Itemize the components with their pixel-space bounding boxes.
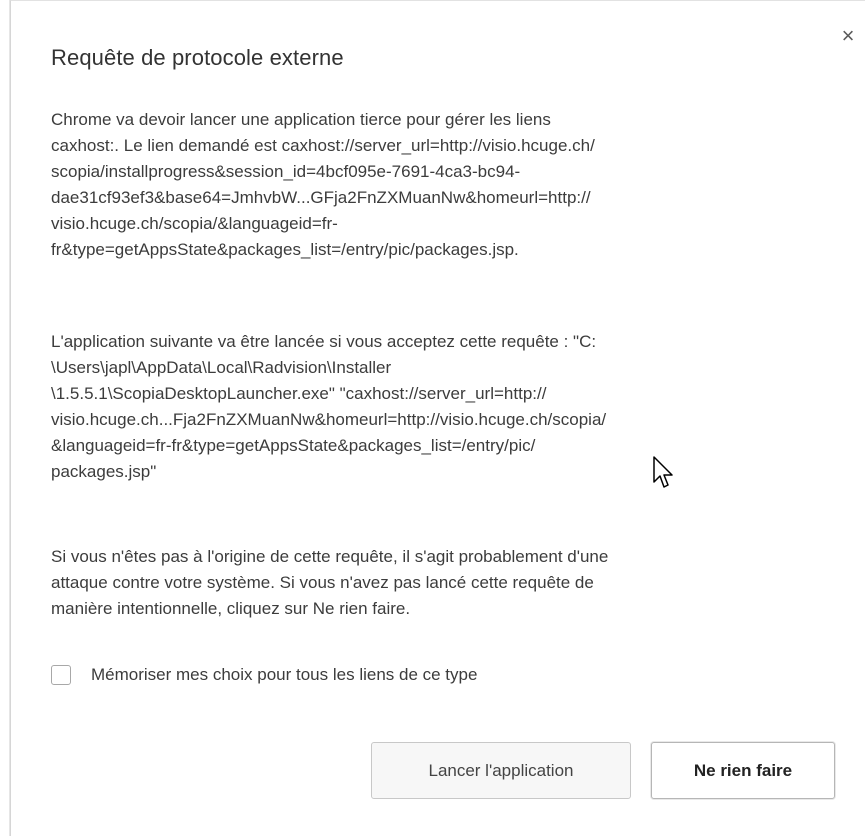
- remember-choice-label[interactable]: Mémoriser mes choix pour tous les liens …: [91, 665, 477, 685]
- external-protocol-dialog: × Requête de protocole externe Chrome va…: [10, 0, 865, 836]
- do-nothing-button[interactable]: Ne rien faire: [651, 742, 835, 799]
- window-edge: [0, 0, 10, 836]
- security-warning: Si vous n'êtes pas à l'origine de cette …: [51, 547, 609, 618]
- mouse-pointer-icon: [653, 456, 673, 488]
- launch-application-button[interactable]: Lancer l'application: [371, 742, 631, 799]
- dialog-title: Requête de protocole externe: [51, 45, 344, 70]
- remember-choice-checkbox[interactable]: [51, 665, 71, 685]
- close-icon[interactable]: ×: [837, 25, 859, 47]
- application-description: L'application suivante va être lancée si…: [51, 332, 607, 481]
- protocol-description: Chrome va devoir lancer une application …: [51, 110, 595, 259]
- remember-choice-row[interactable]: Mémoriser mes choix pour tous les liens …: [51, 661, 477, 689]
